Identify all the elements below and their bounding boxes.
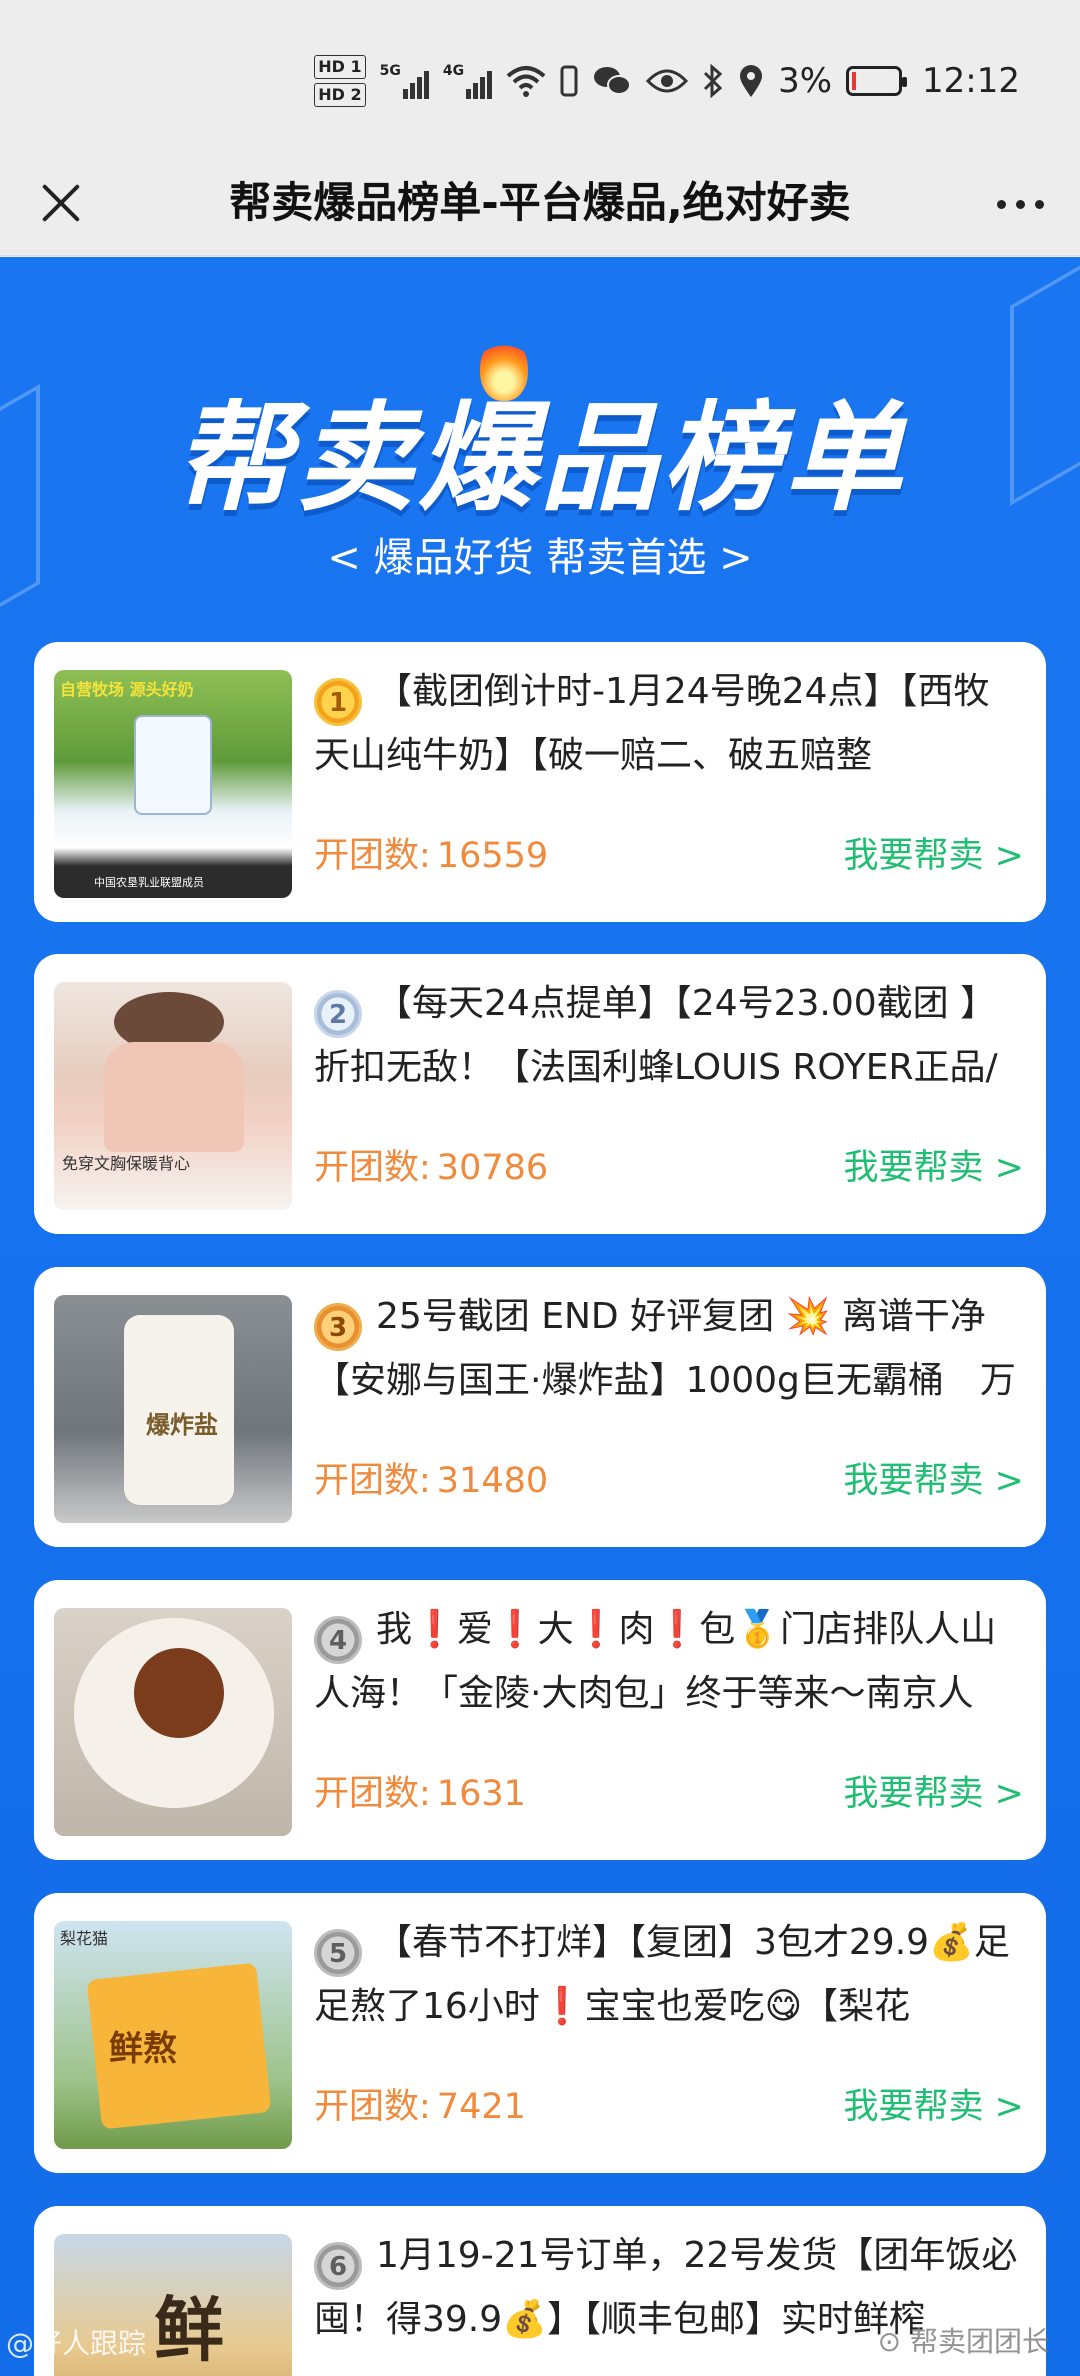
product-image: 爆炸盐	[54, 1295, 292, 1523]
bluetooth-icon	[704, 64, 723, 98]
group-count: 开团数: 1631	[314, 1774, 526, 1814]
help-sell-button[interactable]: 我要帮卖 >	[844, 1452, 1024, 1503]
rank-medal-icon: 4	[314, 1616, 362, 1664]
wifi-icon	[506, 66, 546, 97]
more-options-icon[interactable]	[990, 186, 1050, 222]
close-icon[interactable]	[32, 174, 90, 232]
hd2-label: HD 2	[314, 83, 366, 107]
signal-5g-icon: 5G	[380, 63, 429, 99]
help-sell-button[interactable]: 我要帮卖 >	[844, 1139, 1024, 1190]
ranking-page: 帮卖爆品榜单 < 爆品好货 帮卖首选 > 自营牧场 源头好奶 中国农垦乳业联盟成…	[0, 257, 1080, 2376]
status-bar: HD 1 HD 2 5G 4G 3% 12:12	[0, 0, 1080, 150]
group-count: 开团数: 7421	[314, 2087, 526, 2127]
product-title: 1 【截团倒计时-1月24号晚24点】【西牧天山纯牛奶】【破一赔二、破五赔整	[314, 671, 990, 776]
product-card[interactable]: 自营牧场 源头好奶 中国农垦乳业联盟成员 1 【截团倒计时-1月24号晚24点】【…	[34, 642, 1046, 922]
rank-medal-icon: 2	[314, 990, 362, 1038]
hero-title: 帮卖爆品榜单	[173, 389, 906, 527]
rank-medal-icon: 6	[314, 2242, 362, 2290]
clock: 12:12	[922, 61, 1020, 101]
product-image	[54, 1608, 292, 1836]
phone-icon	[560, 65, 578, 97]
product-card[interactable]: 爆炸盐 3 25号截团 END 好评复团 💥 离谱干净【安娜与国王·爆炸盐】100…	[34, 1267, 1046, 1547]
page-title: 帮卖爆品榜单-平台爆品,绝对好卖	[229, 178, 851, 227]
hero-subtitle: < 爆品好货 帮卖首选 >	[327, 535, 753, 581]
product-card[interactable]: 梨花猫 鲜熬 5 【春节不打烊】【复团】3包才29.9💰足足熬了16小时❗宝宝也爱…	[34, 1893, 1046, 2173]
hd-indicator: HD 1 HD 2	[314, 55, 366, 107]
product-card[interactable]: 4 我❗爱❗大❗肉❗包🥇门店排队人山人海！「金陵·大肉包」终于等来～南京人 开团数…	[34, 1580, 1046, 1860]
title-bar: 帮卖爆品榜单-平台爆品,绝对好卖	[0, 150, 1080, 256]
battery-percent: 3%	[778, 61, 833, 101]
product-title: 2 【每天24点提单】【24号23.00截团 】折扣无敌！【法国利蜂LOUIS R…	[314, 983, 998, 1088]
product-image: 自营牧场 源头好奶 中国农垦乳业联盟成员	[54, 670, 292, 898]
rank-medal-icon: 1	[314, 678, 362, 726]
watermark-right: ⊙ 帮卖团团长	[877, 2325, 1050, 2358]
wechat-icon: ⊙	[877, 2325, 910, 2358]
signal-4g-icon: 4G	[443, 63, 493, 99]
wechat-icon	[594, 67, 632, 95]
watermark-left: @好人跟踪	[6, 2327, 147, 2360]
group-count: 开团数: 31480	[314, 1461, 549, 1501]
group-count: 开团数: 30786	[314, 1148, 549, 1188]
product-title: 5 【春节不打烊】【复团】3包才29.9💰足足熬了16小时❗宝宝也爱吃😋【梨花	[314, 1922, 1010, 2027]
group-count: 开团数: 16559	[314, 836, 549, 876]
help-sell-button[interactable]: 我要帮卖 >	[844, 2078, 1024, 2129]
eye-icon	[646, 69, 689, 93]
product-title: 3 25号截团 END 好评复团 💥 离谱干净【安娜与国王·爆炸盐】1000g巨无…	[314, 1296, 1016, 1401]
location-icon	[740, 65, 763, 97]
product-title: 4 我❗爱❗大❗肉❗包🥇门店排队人山人海！「金陵·大肉包」终于等来～南京人	[314, 1609, 997, 1714]
product-image: 梨花猫 鲜熬	[54, 1921, 292, 2149]
help-sell-button[interactable]: 我要帮卖 >	[844, 1765, 1024, 1816]
rank-medal-icon: 3	[314, 1303, 362, 1351]
help-sell-button[interactable]: 我要帮卖 >	[844, 827, 1024, 878]
battery-icon	[846, 66, 908, 96]
product-image: 免穿文胸保暖背心	[54, 982, 292, 1210]
product-card[interactable]: 免穿文胸保暖背心 2 【每天24点提单】【24号23.00截团 】折扣无敌！【法国…	[34, 954, 1046, 1234]
rank-medal-icon: 5	[314, 1929, 362, 1977]
hd1-label: HD 1	[314, 55, 366, 79]
status-icons: HD 1 HD 2 5G 4G 3% 12:12	[314, 46, 1020, 116]
